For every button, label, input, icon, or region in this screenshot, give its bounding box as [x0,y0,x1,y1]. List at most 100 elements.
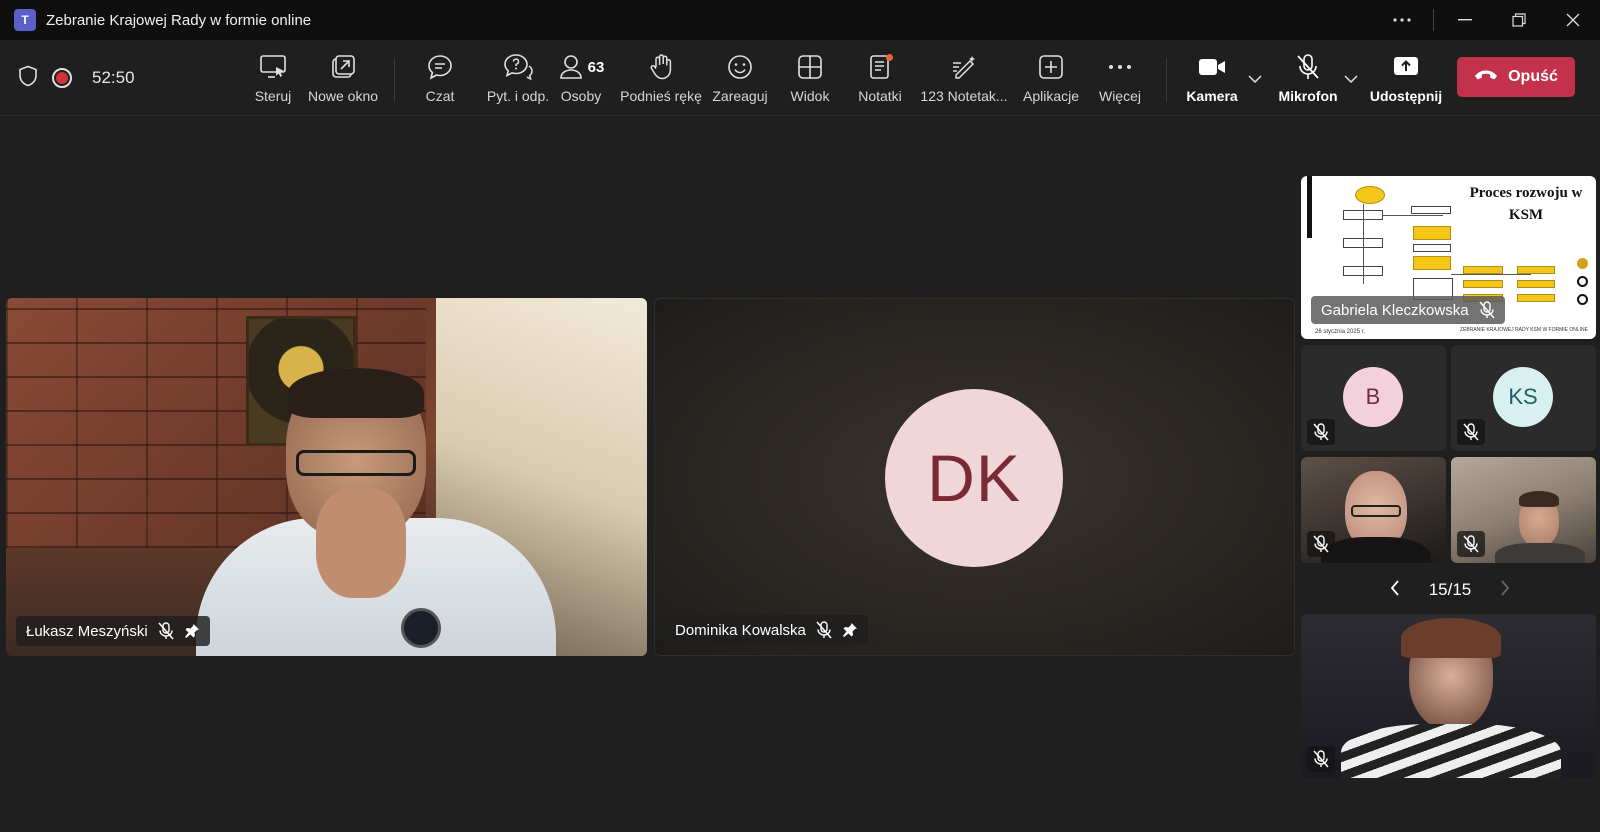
control-screen-icon [259,50,287,84]
window-controls [1375,0,1600,40]
camera-button[interactable]: Kamera [1186,50,1238,110]
new-window-button[interactable]: Nowe okno [306,50,380,110]
slide-date: 26 stycznia 2025 r. [1315,329,1366,335]
apps-label: Aplikacje [1022,88,1080,104]
avatar: KS [1493,367,1553,427]
meeting-info: 52:50 [18,40,135,116]
mic-off-icon [1457,531,1485,557]
slide-dots [1577,258,1588,305]
qa-icon [503,50,533,84]
chat-label: Czat [425,88,455,104]
pin-icon[interactable] [184,623,200,639]
participant-video [196,368,556,656]
camera-label: Kamera [1186,88,1238,104]
more-label: Więcej [1098,88,1141,104]
notes-button[interactable]: Notatki [855,50,905,110]
share-screen-icon [1392,50,1420,84]
teams-logo-icon: T [14,9,36,31]
notes-icon [867,50,893,84]
mic-off-icon [1307,746,1335,772]
view-icon [797,50,823,84]
title-bar: T Zebranie Krajowej Rady w formie online [0,0,1600,40]
close-icon[interactable] [1546,0,1600,40]
camera-options-chevron-icon[interactable] [1248,70,1262,86]
people-icon: 63 [558,50,605,84]
share-label: Udostępnij [1369,88,1443,104]
qa-button[interactable]: Pyt. i odp. [476,50,560,110]
video-tile-camera-1[interactable] [1301,457,1446,563]
gallery-pager: 15/15 [1390,578,1510,602]
more-button[interactable]: Więcej [1096,50,1144,110]
more-icon [1108,50,1132,84]
restore-icon[interactable] [1492,0,1546,40]
notetaker-icon [950,50,978,84]
mic-off-icon [1478,301,1495,319]
raise-hand-icon [648,50,674,84]
people-button[interactable]: 63 Osoby [556,50,606,110]
slide-accent-bar [1307,176,1312,238]
window-title: Zebranie Krajowej Rady w formie online [46,11,312,29]
view-label: Widok [790,88,830,104]
raise-hand-label: Podnieś rękę [620,88,702,104]
mic-off-icon [1307,531,1335,557]
video-tile-lukasz[interactable]: Łukasz Meszyński [6,298,647,656]
minimize-icon[interactable] [1438,0,1492,40]
participant-name: Łukasz Meszyński [26,622,148,640]
video-tile-ks[interactable]: KS [1451,345,1596,451]
new-window-label: Nowe okno [307,88,379,104]
video-tile-camera-3[interactable] [1301,614,1596,778]
video-tile-camera-2[interactable] [1451,457,1596,563]
video-tile-b[interactable]: B [1301,345,1446,451]
participant-name-chip: Dominika Kowalska [665,615,868,645]
people-label: Osoby [560,88,602,104]
participant-name-chip: Łukasz Meszyński [16,616,210,646]
mic-off-icon [158,622,174,640]
control-button[interactable]: Steruj [246,50,300,110]
control-label: Steruj [254,88,292,104]
shield-icon[interactable] [18,65,38,92]
react-button[interactable]: Zareaguj [712,50,768,110]
microphone-button[interactable]: Mikrofon [1278,50,1338,110]
notetaker-button[interactable]: 123 Notetak... [920,50,1008,110]
meeting-toolbar: 52:50 Steruj Nowe okno Czat Pyt. i odp. … [0,40,1600,116]
pop-out-icon [330,50,356,84]
react-label: Zareaguj [712,88,768,104]
microphone-muted-icon [1295,50,1321,84]
avatar: B [1343,367,1403,427]
more-options-icon[interactable] [1375,0,1429,40]
view-button[interactable]: Widok [788,50,832,110]
video-camera-icon [1198,50,1226,84]
leave-button[interactable]: Opuść [1457,57,1575,97]
notetaker-label: 123 Notetak... [920,88,1008,104]
hang-up-icon [1474,68,1498,86]
mic-off-icon [816,621,832,639]
people-count: 63 [587,58,605,76]
chevron-left-icon[interactable] [1390,579,1400,601]
slide-footer: ZEBRANIE KRAJOWEJ RADY KSM W FORMIE ONLI… [1460,327,1588,333]
meeting-timer: 52:50 [92,68,135,87]
participant-name-chip: Gabriela Kleczkowska [1311,296,1505,324]
microphone-options-chevron-icon[interactable] [1344,70,1358,86]
recording-icon[interactable] [52,68,72,88]
mic-off-icon [1457,419,1485,445]
qa-label: Pyt. i odp. [486,88,550,104]
notes-label: Notatki [858,88,902,104]
notes-notification-dot [886,54,893,61]
apps-icon [1038,50,1064,84]
page-indicator: 15/15 [1428,580,1472,599]
avatar: DK [885,389,1063,567]
chat-button[interactable]: Czat [420,50,460,110]
chat-icon [426,50,454,84]
react-icon [726,50,754,84]
share-button[interactable]: Udostępnij [1369,50,1443,110]
apps-button[interactable]: Aplikacje [1020,50,1082,110]
video-tile-dominika[interactable]: DK Dominika Kowalska [654,298,1295,656]
mic-off-icon [1307,419,1335,445]
chevron-right-icon[interactable] [1500,579,1510,601]
slide-title: Proces rozwoju w KSM [1469,185,1583,223]
leave-label: Opuść [1508,68,1558,85]
pin-icon[interactable] [842,622,858,638]
screen-share-tile[interactable]: Proces rozwoju w KSM 26 stycznia 2025 r.… [1301,176,1596,339]
raise-hand-button[interactable]: Podnieś rękę [620,50,702,110]
participant-name: Dominika Kowalska [675,621,806,639]
